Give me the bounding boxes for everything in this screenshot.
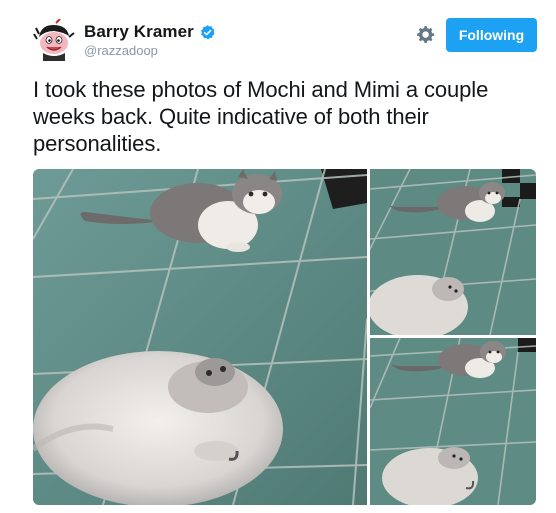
verified-badge-icon	[200, 24, 215, 39]
photo-2[interactable]	[370, 169, 536, 335]
following-button[interactable]: Following	[446, 18, 537, 52]
tweet-media-grid	[33, 169, 536, 505]
tweet-header: Barry Kramer @razzadoop Following	[0, 0, 556, 70]
author-handle[interactable]: @razzadoop	[84, 43, 158, 58]
cartoon-face-avatar-icon	[33, 19, 75, 61]
photo-1-image	[33, 169, 367, 505]
photo-1[interactable]	[33, 169, 367, 505]
photo-3-image	[370, 338, 536, 505]
tweet-text: I took these photos of Mochi and Mimi a …	[33, 77, 489, 156]
author-display-name[interactable]: Barry Kramer	[84, 22, 194, 42]
avatar[interactable]	[33, 19, 75, 61]
author-name-row: Barry Kramer	[84, 22, 216, 42]
photo-2-image	[370, 169, 536, 335]
photo-3[interactable]	[370, 338, 536, 505]
gear-icon[interactable]	[416, 25, 436, 45]
